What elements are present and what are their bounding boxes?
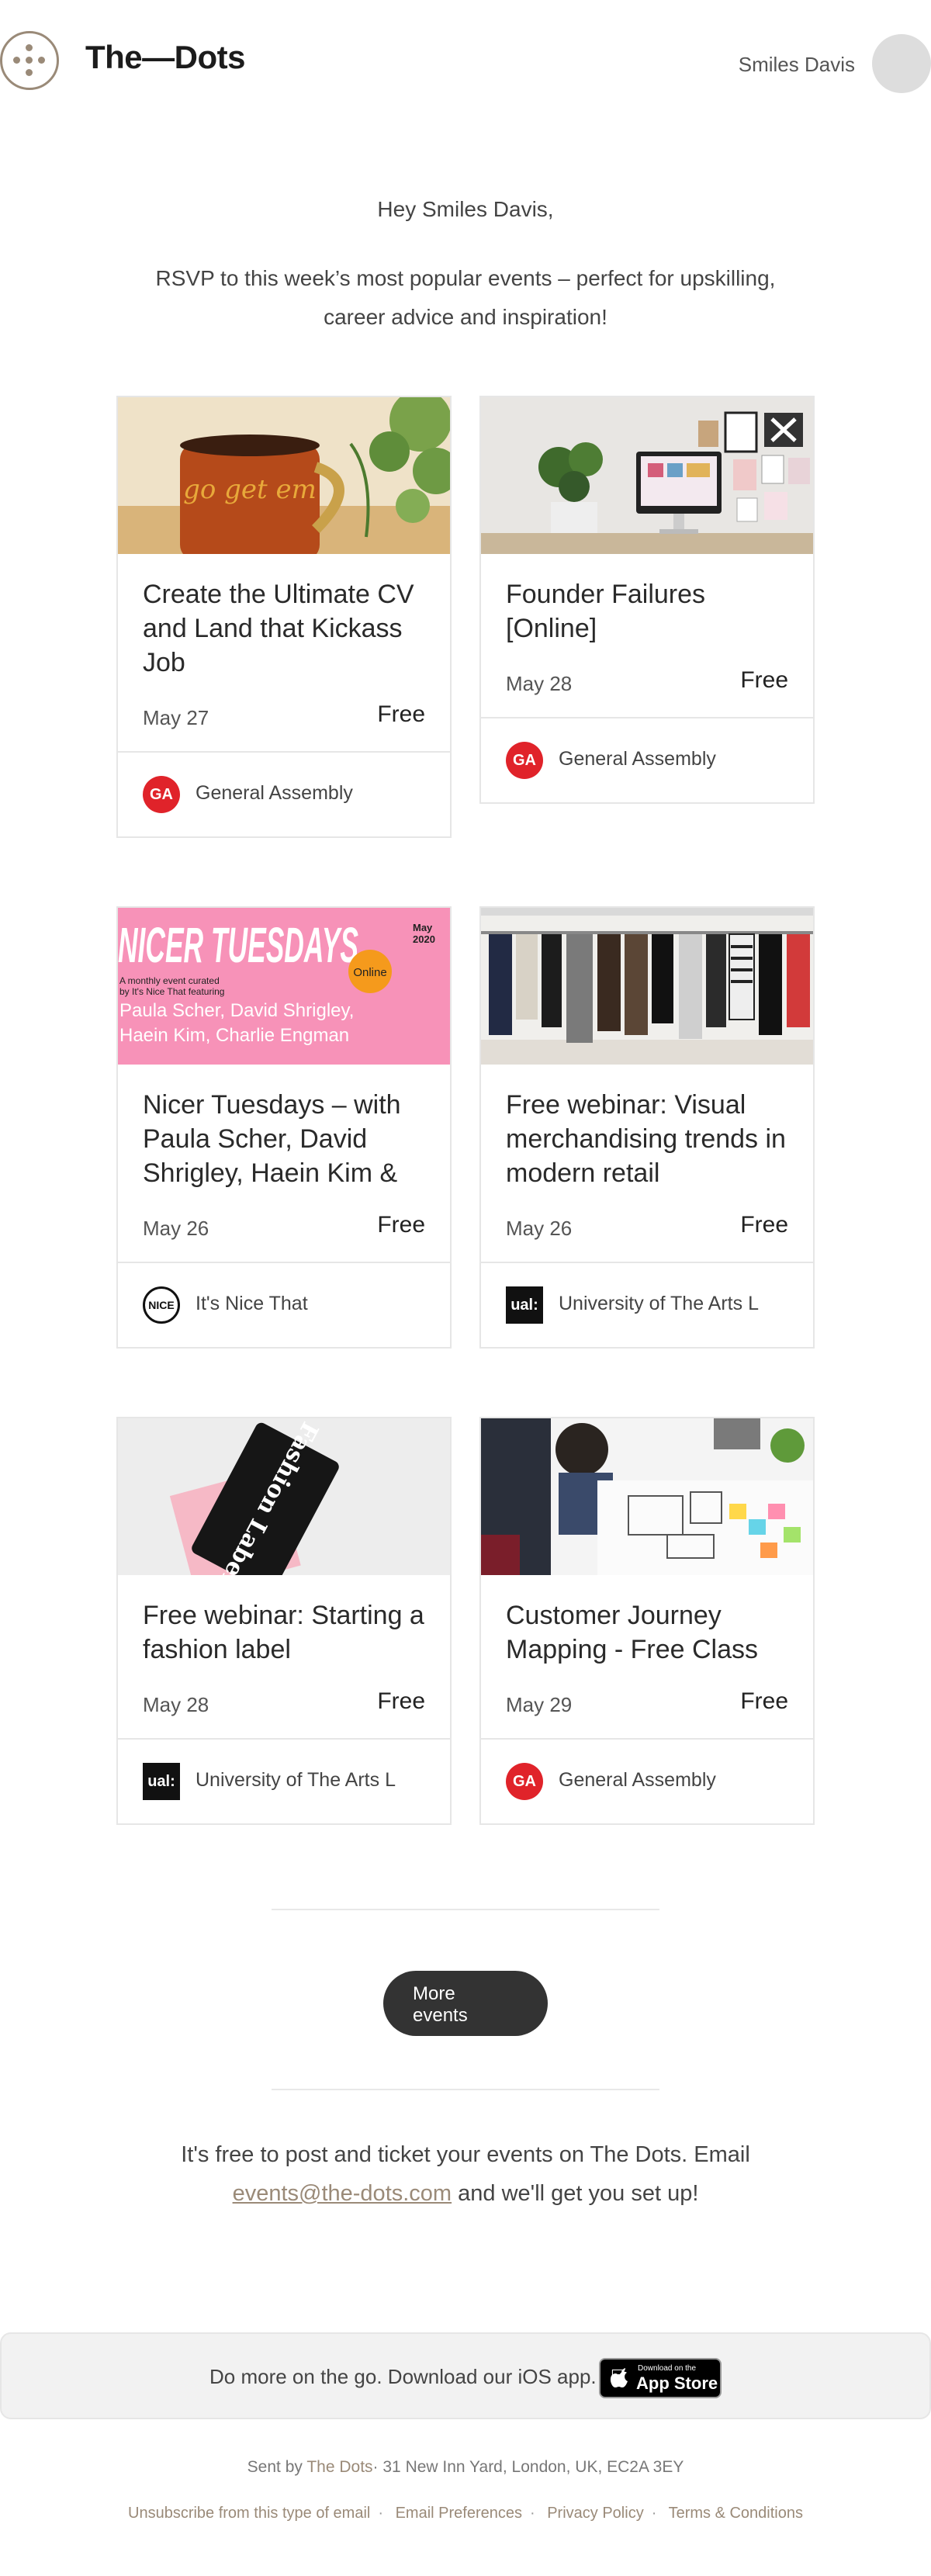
app-download-banner: Do more on the go. Download our iOS app.…: [0, 2332, 931, 2419]
event-title[interactable]: Founder Failures [Online]: [506, 577, 788, 646]
event-date: May 28: [143, 1693, 209, 1716]
privacy-policy-link[interactable]: Privacy Policy: [547, 2505, 643, 2522]
organizer-row[interactable]: GA General Assembly: [481, 717, 813, 802]
greeting: Hey Smiles Davis,: [377, 197, 554, 221]
terms-link[interactable]: Terms & Conditions: [669, 2505, 803, 2522]
poster-speakers-1: Paula Scher, David Shrigley,: [119, 1000, 354, 1021]
the-dots-link[interactable]: The Dots: [306, 2458, 372, 2476]
divider: [272, 2089, 659, 2090]
poster-badge: Online: [353, 966, 386, 979]
events-email-link[interactable]: events@the-dots.com: [233, 2181, 452, 2206]
fashion-label-tag-image[interactable]: Fashion Label: [118, 1418, 450, 1575]
event-price: Free: [377, 701, 425, 727]
event-card[interactable]: go get em Create the Ultimate CV and Lan…: [116, 396, 452, 838]
organizer-name: General Assembly: [559, 748, 716, 770]
more-events-label-1: More: [413, 1983, 455, 2004]
app-store-button[interactable]:  Download on the App Store: [599, 2358, 722, 2398]
organizer-row[interactable]: ual: University of The Arts L: [481, 1262, 813, 1347]
clothing-rack-image[interactable]: [481, 908, 813, 1065]
event-price: Free: [377, 1212, 425, 1238]
event-price: Free: [740, 1212, 788, 1238]
post-events-text: It's free to post and ticket your events…: [116, 2135, 815, 2213]
event-title[interactable]: Free webinar: Visual merchandising trend…: [506, 1088, 788, 1190]
more-events-label-2: events: [413, 2005, 468, 2026]
organizer-row[interactable]: ual: University of The Arts L: [118, 1738, 450, 1823]
dots-logo-icon[interactable]: [0, 31, 59, 90]
event-date: May 27: [143, 706, 209, 729]
organizer-name: University of The Arts L: [559, 1293, 759, 1314]
ual-logo-icon: ual:: [143, 1763, 180, 1800]
event-date: May 26: [506, 1217, 573, 1240]
app-banner-text: Do more on the go. Download our iOS app.: [209, 2365, 597, 2388]
brand-wordmark[interactable]: The—Dots: [85, 39, 246, 76]
event-date: May 28: [506, 672, 573, 695]
sent-by-line: Sent by The Dots· 31 New Inn Yard, Londo…: [0, 2458, 931, 2477]
poster-tagline-2: by It's Nice That featuring: [119, 986, 224, 997]
more-events-button[interactable]: More events: [383, 1971, 548, 2036]
post-events-text-after: and we'll get you set up!: [458, 2181, 699, 2206]
event-price: Free: [740, 667, 788, 693]
desk-workspace-image[interactable]: [481, 397, 813, 554]
event-price: Free: [377, 1688, 425, 1714]
general-assembly-logo-icon: GA: [143, 776, 180, 813]
ual-logo-icon: ual:: [506, 1286, 543, 1324]
header: The—Dots Smiles Davis: [0, 0, 931, 124]
event-title[interactable]: Create the Ultimate CV and Land that Kic…: [143, 577, 425, 680]
organizer-name: It's Nice That: [196, 1293, 308, 1314]
organizer-name: General Assembly: [559, 1769, 716, 1791]
sent-by-prefix: Sent by: [247, 2458, 303, 2476]
footer-links: Unsubscribe from this type of email · Ema…: [128, 2505, 803, 2522]
event-title[interactable]: Customer Journey Mapping - Free Class: [506, 1598, 788, 1667]
journey-mapping-image[interactable]: [481, 1418, 813, 1575]
coffee-mug-image[interactable]: go get em: [118, 397, 450, 554]
poster-speakers-2: Haein Kim, Charlie Engman: [119, 1025, 349, 1046]
app-store-badge-small: Download on the: [638, 2364, 697, 2373]
unsubscribe-link[interactable]: Unsubscribe from this type of email: [128, 2505, 370, 2522]
event-title[interactable]: Free webinar: Starting a fashion label: [143, 1598, 425, 1667]
event-card[interactable]: Customer Journey Mapping - Free Class Ma…: [479, 1417, 815, 1825]
post-events-text-before: It's free to post and ticket your events…: [181, 2142, 750, 2167]
nicer-tuesdays-poster-image[interactable]: NICER TUESDAYS May 2020 Online A monthly…: [118, 908, 450, 1065]
event-card[interactable]: Free webinar: Visual merchandising trend…: [479, 906, 815, 1349]
organizer-row[interactable]: GA General Assembly: [118, 751, 450, 836]
app-store-badge-big: App Store: [636, 2373, 718, 2393]
event-title[interactable]: Nicer Tuesdays – with Paula Scher, David…: [143, 1088, 425, 1190]
poster-year: 2020: [413, 933, 435, 945]
organizer-row[interactable]: GA General Assembly: [481, 1738, 813, 1823]
address: · 31 New Inn Yard, London, UK, EC2A 3EY: [372, 2458, 684, 2476]
event-card[interactable]: Fashion Label Free webinar: Starting a f…: [116, 1417, 452, 1825]
poster-headline: NICER TUESDAYS: [118, 917, 358, 973]
general-assembly-logo-icon: GA: [506, 1763, 543, 1800]
organizer-name: University of The Arts L: [196, 1769, 396, 1791]
general-assembly-logo-icon: GA: [506, 742, 543, 779]
event-price: Free: [740, 1688, 788, 1714]
its-nice-that-logo-icon: NICE: [143, 1286, 180, 1324]
event-card[interactable]: Founder Failures [Online] May 28 Free GA…: [479, 396, 815, 804]
organizer-name: General Assembly: [196, 782, 353, 804]
apple-logo-icon: [610, 2368, 628, 2387]
mug-text: go get em: [183, 474, 317, 505]
divider: [272, 1909, 659, 1910]
intro-message: RSVP to this week’s most popular events …: [155, 266, 776, 329]
poster-month: May: [413, 922, 433, 933]
email-preferences-link[interactable]: Email Preferences: [396, 2505, 522, 2522]
event-date: May 26: [143, 1217, 209, 1240]
user-name[interactable]: Smiles Davis: [739, 53, 855, 77]
poster-tagline-1: A monthly event curated: [119, 975, 220, 986]
event-date: May 29: [506, 1693, 573, 1716]
event-card[interactable]: NICER TUESDAYS May 2020 Online A monthly…: [116, 906, 452, 1349]
organizer-row[interactable]: NICE It's Nice That: [118, 1262, 450, 1347]
avatar[interactable]: [872, 34, 931, 93]
